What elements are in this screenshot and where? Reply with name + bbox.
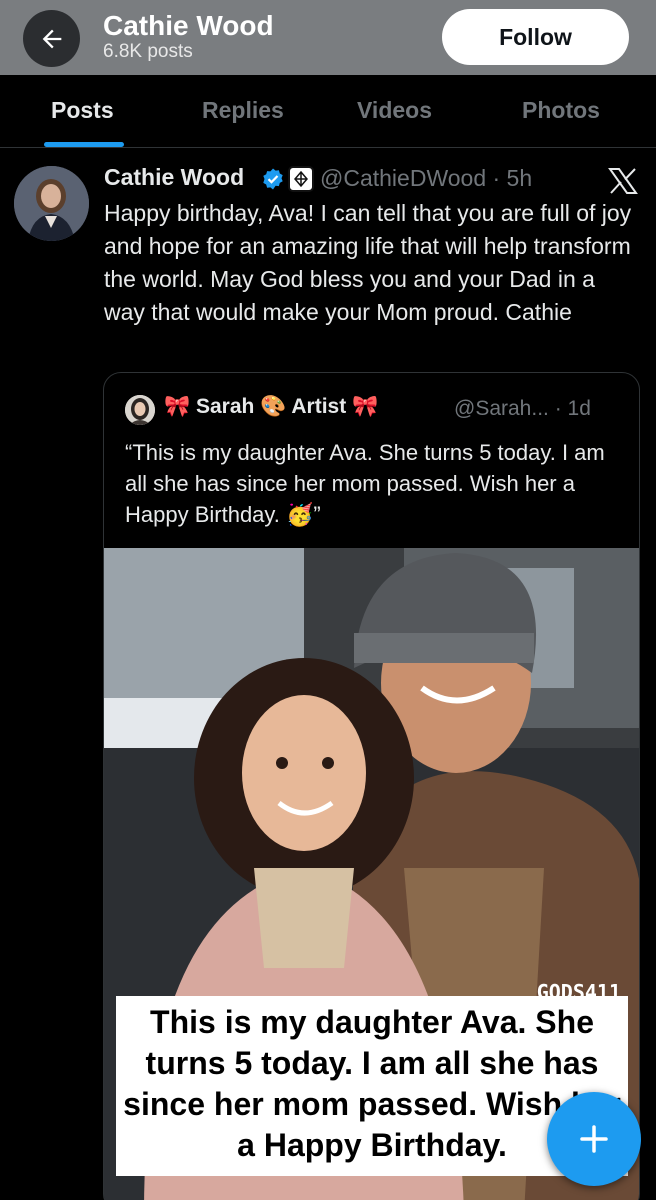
tab-photos[interactable]: Photos [522, 97, 600, 124]
back-button[interactable] [23, 10, 80, 67]
post-text: Happy birthday, Ava! I can tell that you… [104, 200, 632, 325]
profile-name: Cathie Wood [103, 10, 274, 41]
verified-badge-icon [263, 168, 283, 190]
quoted-post[interactable]: 🎀 Sarah 🎨 Artist 🎀 @Sarah... · 1d “This … [103, 372, 640, 1200]
compose-button[interactable] [547, 1092, 641, 1186]
x-logo-icon[interactable] [608, 167, 638, 195]
profile-tabs: Posts Replies Videos Photos [0, 75, 656, 148]
plus-icon [580, 1125, 608, 1153]
tab-videos[interactable]: Videos [357, 97, 432, 124]
active-tab-indicator [44, 142, 124, 147]
post-handle-time[interactable]: @CathieDWood · 5h [320, 165, 532, 192]
quote-photo[interactable]: GODS411 This is my daughter Ava. She tur… [104, 548, 639, 1200]
tab-replies[interactable]: Replies [202, 97, 284, 124]
quote-author-avatar [125, 395, 155, 425]
follow-button[interactable]: Follow [442, 9, 629, 65]
author-avatar[interactable] [14, 166, 89, 241]
quote-text: “This is my daughter Ava. She turns 5 to… [125, 440, 605, 527]
profile-header: Cathie Wood 6.8K posts Follow [0, 0, 656, 75]
arrow-left-icon [42, 29, 61, 48]
tab-posts[interactable]: Posts [51, 97, 114, 124]
quote-author-name: 🎀 Sarah 🎨 Artist 🎀 [164, 395, 379, 418]
post-author-name[interactable]: Cathie Wood [104, 164, 244, 191]
posts-count: 6.8K posts [103, 41, 193, 62]
affiliate-badge-icon[interactable] [288, 166, 314, 192]
quote-handle-time: @Sarah... · 1d [454, 397, 591, 420]
